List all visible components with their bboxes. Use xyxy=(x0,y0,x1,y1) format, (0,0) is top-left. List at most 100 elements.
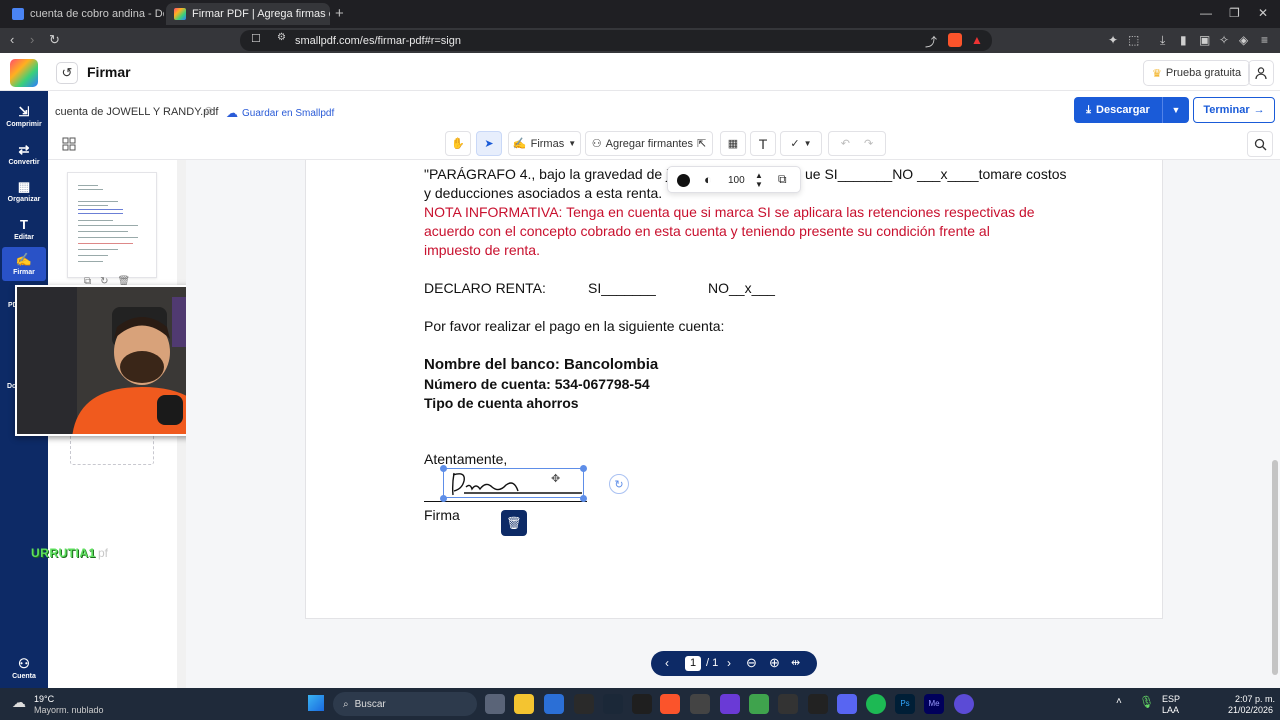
app-icon[interactable] xyxy=(690,694,710,714)
nav-compress[interactable]: ⇲ Comprimir xyxy=(2,99,46,133)
maximize-icon[interactable]: ❐ xyxy=(1229,6,1240,20)
scrollbar-thumb[interactable] xyxy=(1272,460,1278,675)
nav-account[interactable]: ⚇ Cuenta xyxy=(2,651,46,685)
user-button[interactable] xyxy=(1248,60,1274,86)
photoshop-icon[interactable]: Ps xyxy=(895,694,915,714)
keyboard-layout[interactable]: LAA xyxy=(1162,705,1179,715)
finish-button[interactable]: Terminar → xyxy=(1193,97,1275,123)
canvas-scrollbar[interactable] xyxy=(1270,160,1280,688)
browser-icon[interactable] xyxy=(632,694,652,714)
opacity-stepper-icon[interactable]: ▲ ▼ xyxy=(755,171,763,189)
close-window-icon[interactable]: ✕ xyxy=(1258,6,1268,20)
resize-handle[interactable] xyxy=(440,465,447,472)
date-tool-button[interactable]: ▦ xyxy=(720,131,746,156)
nav-convert[interactable]: ⇄ Convertir xyxy=(2,137,46,171)
clock-date[interactable]: 21/02/2026 xyxy=(1228,705,1273,715)
media-encoder-icon[interactable]: Me xyxy=(924,694,944,714)
search-button[interactable] xyxy=(1247,131,1273,157)
zoom-out-icon[interactable]: ⊖ xyxy=(746,655,757,671)
note-line3: impuesto de renta. xyxy=(424,242,540,258)
forward-icon[interactable]: › xyxy=(30,32,34,47)
nav-organize[interactable]: ▦ Organizar xyxy=(2,174,46,208)
vpn-icon[interactable]: ◈ xyxy=(1239,33,1248,47)
current-page-input[interactable]: 1 xyxy=(685,656,701,671)
site-info-icon[interactable]: ⚙ xyxy=(277,32,286,43)
arrow-right-icon: → xyxy=(1253,104,1265,116)
spotify-icon[interactable] xyxy=(866,694,886,714)
chatgpt-icon[interactable] xyxy=(574,694,594,714)
select-tool-button[interactable]: ➤ xyxy=(476,131,502,156)
bookmark-icon[interactable]: ☐ xyxy=(251,32,261,45)
back-icon[interactable]: ‹ xyxy=(10,32,14,47)
taskbar-search[interactable]: ⌕ Buscar xyxy=(333,692,477,716)
file-explorer-icon[interactable] xyxy=(514,694,534,714)
resize-handle[interactable] xyxy=(580,465,587,472)
app-icon[interactable] xyxy=(808,694,828,714)
pan-tool-button[interactable]: ✋ xyxy=(445,131,471,156)
grid-app-icon[interactable] xyxy=(720,694,740,714)
rewards-icon[interactable]: ▲ xyxy=(971,33,983,47)
nav-edit[interactable]: T Editar xyxy=(2,212,46,246)
discord-icon[interactable] xyxy=(837,694,857,714)
app-icon[interactable] xyxy=(778,694,798,714)
save-to-cloud-button[interactable]: ☁ Guardar en Smallpdf xyxy=(226,106,334,120)
checkmark-dropdown[interactable]: ✓ ▼ xyxy=(780,131,822,156)
redo-icon[interactable]: ↷ xyxy=(864,137,873,150)
keyboard-lang[interactable]: ESP xyxy=(1162,694,1180,704)
add-signers-button[interactable]: ⚇ Agregar firmantes ⇱ xyxy=(585,131,713,156)
resize-handle[interactable] xyxy=(440,495,447,502)
undo-history-button[interactable]: ↺ xyxy=(56,62,78,84)
smallpdf-logo[interactable] xyxy=(10,59,38,87)
delete-signature-button[interactable]: 🗑 xyxy=(501,510,527,536)
steam-icon[interactable] xyxy=(603,694,623,714)
downloads-icon[interactable]: ⤓ xyxy=(1160,33,1165,48)
tray-expand-icon[interactable]: ˄ xyxy=(1116,696,1122,707)
download-button[interactable]: ⤓ Descargar xyxy=(1074,97,1162,123)
prev-page-icon[interactable]: ‹ xyxy=(665,656,669,670)
zoom-in-icon[interactable]: ⊕ xyxy=(769,655,780,671)
page-title: Firmar xyxy=(87,64,131,80)
new-tab-button[interactable]: + xyxy=(335,5,344,22)
free-trial-button[interactable]: ♛ Prueba gratuita xyxy=(1143,60,1251,86)
minecraft-icon[interactable] xyxy=(749,694,769,714)
page-thumbnail[interactable] xyxy=(67,172,157,278)
wallet-icon[interactable]: ▣ xyxy=(1199,33,1210,47)
brave-icon[interactable] xyxy=(660,694,680,714)
minimize-icon[interactable]: — xyxy=(1200,6,1212,20)
share-icon[interactable]: ⤴ xyxy=(925,33,937,50)
brave-shield-icon[interactable] xyxy=(948,33,962,47)
screenshot-icon[interactable]: ⬚ xyxy=(1128,33,1139,47)
duplicate-icon[interactable]: ⧉ xyxy=(778,172,787,187)
url-bar[interactable]: smallpdf.com/es/firmar-pdf#r=sign xyxy=(240,30,992,51)
sidebar-icon[interactable]: ▮ xyxy=(1180,33,1187,47)
sign-icon: ✍ xyxy=(15,251,33,267)
extensions-icon[interactable]: ✦ xyxy=(1108,33,1118,47)
reload-icon[interactable]: ↻ xyxy=(49,32,60,48)
tab-smallpdf[interactable]: Firmar PDF | Agrega firmas electr ✕ xyxy=(166,3,330,25)
resize-handle[interactable] xyxy=(580,495,587,502)
rename-icon[interactable]: ⊘ xyxy=(204,104,213,117)
signatures-dropdown[interactable]: ✍ Firmas ▼ xyxy=(508,131,581,156)
opacity-value[interactable]: 100 xyxy=(728,175,745,186)
store-icon[interactable] xyxy=(544,694,564,714)
thumbnails-toggle[interactable] xyxy=(58,133,80,155)
menu-icon[interactable]: ≡ xyxy=(1261,33,1268,47)
move-icon[interactable]: ✥ xyxy=(551,472,560,485)
undo-icon[interactable]: ↶ xyxy=(841,137,850,150)
file-name[interactable]: cuenta de JOWELL Y RANDY.pdf xyxy=(55,106,218,118)
clock-time[interactable]: 2:07 p. m. xyxy=(1235,694,1275,704)
color-swatch-black[interactable] xyxy=(677,174,690,187)
signature-field[interactable] xyxy=(443,468,584,498)
windows-start-icon[interactable] xyxy=(308,695,324,711)
ai-icon[interactable]: ✧ xyxy=(1219,33,1229,47)
microphone-icon[interactable]: 🎙 xyxy=(1139,695,1154,709)
tab-document[interactable]: cuenta de cobro andina - Document xyxy=(4,3,164,25)
next-page-icon[interactable]: › xyxy=(727,656,731,670)
download-options-button[interactable]: ▼ xyxy=(1162,97,1189,123)
task-view-icon[interactable] xyxy=(485,694,505,714)
fit-width-icon[interactable]: ⇹ xyxy=(791,656,800,669)
text-tool-button[interactable]: T xyxy=(750,131,776,156)
app-v-icon[interactable] xyxy=(954,694,974,714)
nav-sign[interactable]: ✍ Firmar xyxy=(2,247,46,281)
rotate-signature-button[interactable]: ↻ xyxy=(609,474,629,494)
